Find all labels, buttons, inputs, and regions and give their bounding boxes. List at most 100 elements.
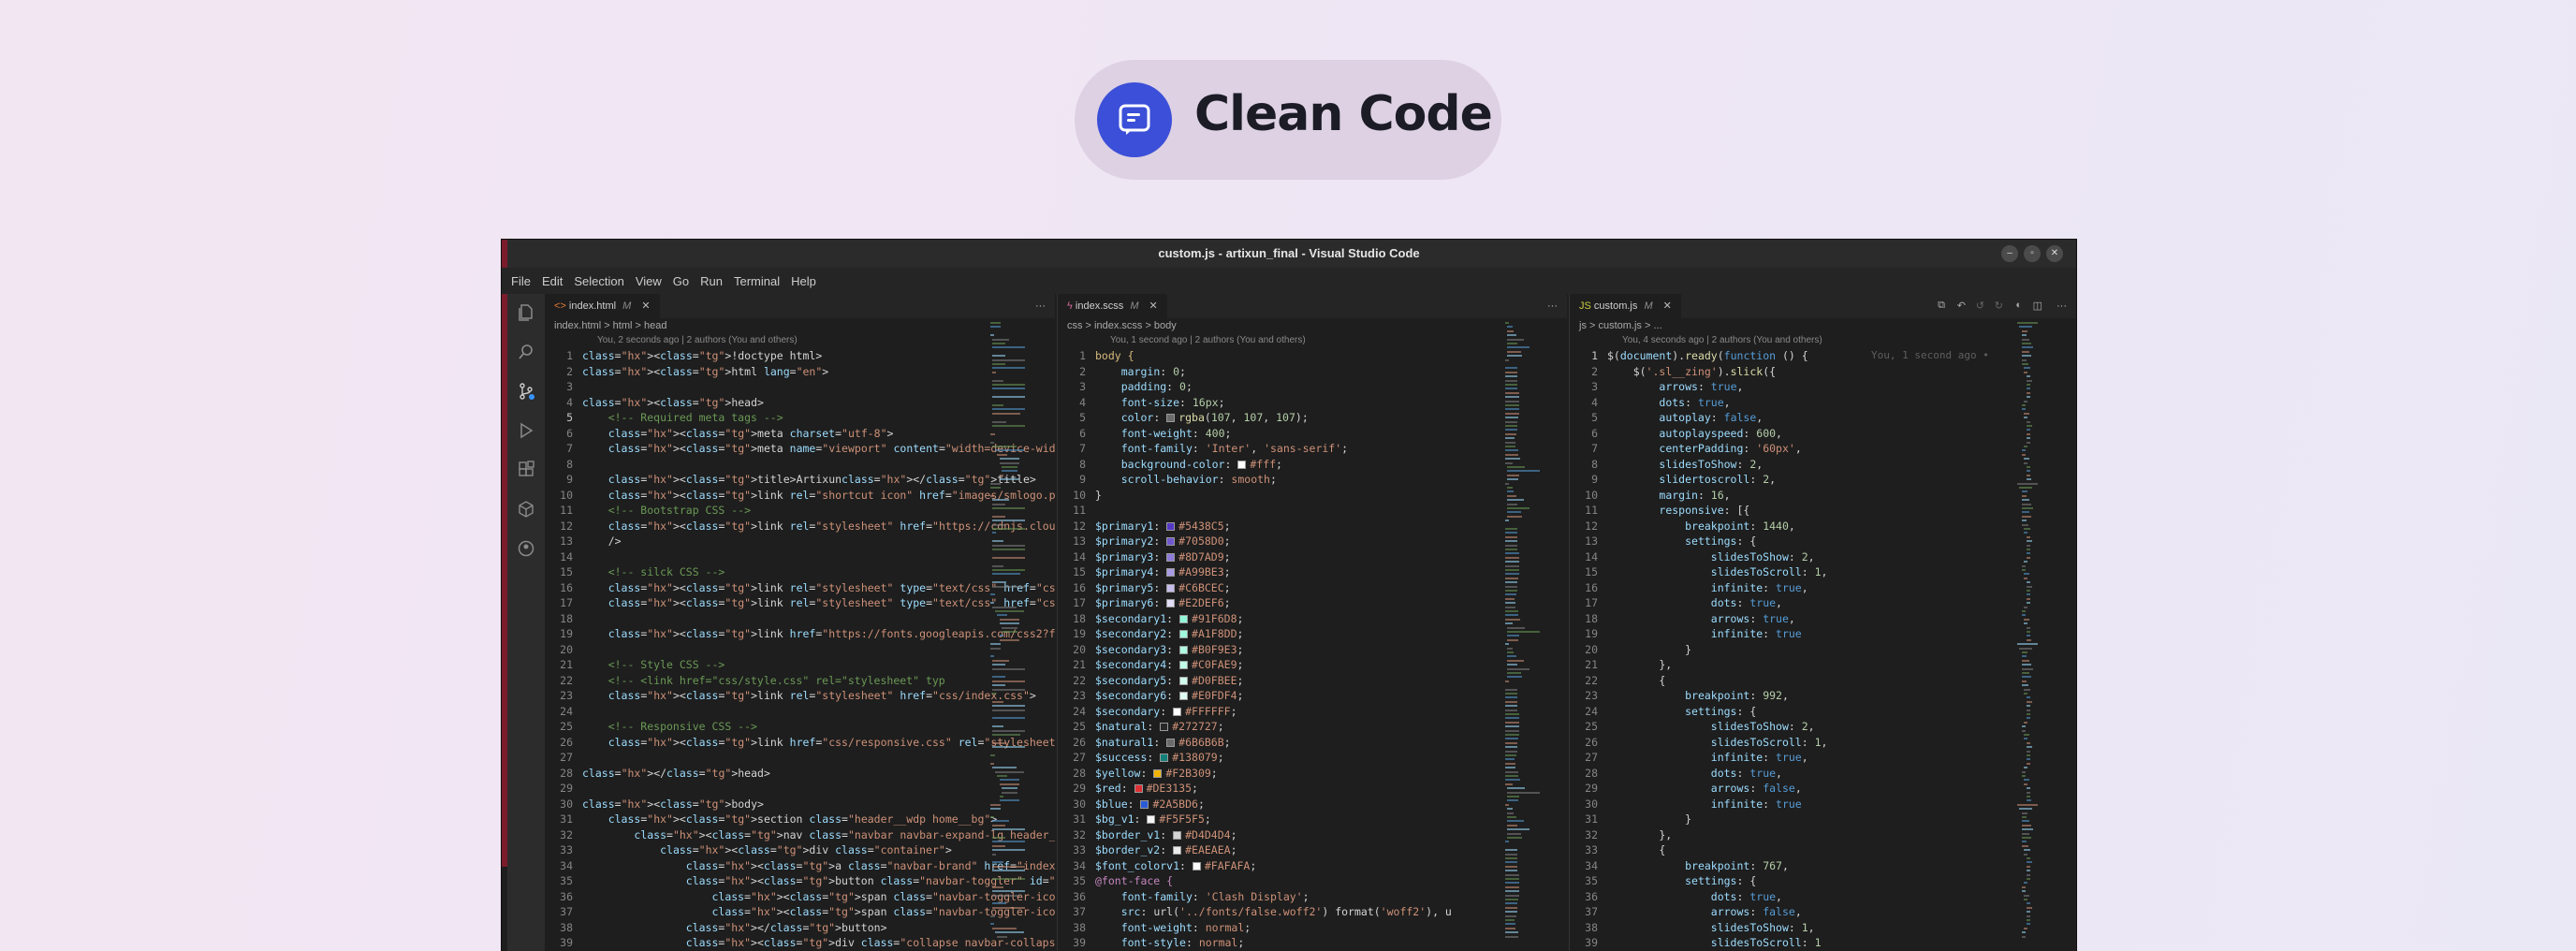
- code-line[interactable]: 35 class="hx"><class="tg">button class="…: [545, 873, 1055, 889]
- code-line[interactable]: 2 margin: 0;: [1058, 364, 1567, 380]
- code-line[interactable]: 39 slidesToScroll: 1: [1570, 935, 2076, 951]
- code-line[interactable]: 35 settings: {: [1570, 873, 2076, 889]
- code-line[interactable]: 28 dots: true,: [1570, 766, 2076, 782]
- code-line[interactable]: 4 font-size: 16px;: [1058, 395, 1567, 411]
- menu-edit[interactable]: Edit: [542, 274, 563, 288]
- code-editor-scss[interactable]: 1 body {2 margin: 0; 3 padding: 0; 4 font-s…: [1058, 348, 1567, 951]
- code-line[interactable]: 9 class="hx"><class="tg">title>Artixuncl…: [545, 472, 1055, 488]
- minimap[interactable]: [1505, 322, 1554, 951]
- code-line[interactable]: 3: [545, 379, 1055, 395]
- code-line[interactable]: 39 class="hx"><class="tg">div class="col…: [545, 935, 1055, 951]
- code-line[interactable]: 14 slidesToShow: 2,: [1570, 549, 2076, 565]
- code-line[interactable]: 12 class="hx"><class="tg">link rel="styl…: [545, 519, 1055, 534]
- code-line[interactable]: 18: [545, 611, 1055, 627]
- code-line[interactable]: 34 class="hx"><class="tg">a class="navba…: [545, 858, 1055, 874]
- next-change-icon[interactable]: ↻: [1995, 300, 2003, 312]
- minimize-icon[interactable]: –: [2001, 245, 2018, 262]
- git-blame-lens[interactable]: You, 4 seconds ago | 2 authors (You and …: [1622, 335, 1822, 345]
- code-line[interactable]: 8: [545, 457, 1055, 473]
- code-line[interactable]: 5 color: rgba(107, 107, 107);: [1058, 410, 1567, 426]
- accounts-icon[interactable]: [517, 539, 535, 558]
- code-line[interactable]: 7 centerPadding: '60px',: [1570, 441, 2076, 457]
- code-line[interactable]: 18 arrows: true,: [1570, 611, 2076, 627]
- git-blame-lens[interactable]: You, 2 seconds ago | 2 authors (You and …: [597, 335, 798, 345]
- files-icon[interactable]: [517, 303, 535, 322]
- code-line[interactable]: 11: [1058, 503, 1567, 519]
- close-tab-icon[interactable]: ✕: [641, 300, 650, 312]
- code-line[interactable]: 12 $primary1: #5438C5;: [1058, 519, 1567, 534]
- code-line[interactable]: 24 settings: {: [1570, 704, 2076, 720]
- code-line[interactable]: 30 infinite: true: [1570, 797, 2076, 812]
- code-line[interactable]: 20 }: [1570, 642, 2076, 658]
- menu-help[interactable]: Help: [791, 274, 816, 288]
- code-line[interactable]: 24 $secondary: #FFFFFF;: [1058, 704, 1567, 720]
- code-line[interactable]: 31 class="hx"><class="tg">section class=…: [545, 812, 1055, 827]
- menu-run[interactable]: Run: [700, 274, 723, 288]
- code-line[interactable]: 21 <!-- Style CSS -->: [545, 657, 1055, 673]
- code-editor-js[interactable]: 1 $(document).ready(function () {2 $('.sl…: [1570, 348, 2076, 951]
- code-line[interactable]: 37 src: url('../fonts/false.woff2') form…: [1058, 904, 1567, 920]
- code-line[interactable]: 8 slidesToShow: 2,: [1570, 457, 2076, 473]
- code-line[interactable]: 14 $primary3: #8D7AD9;: [1058, 549, 1567, 565]
- more-actions-icon[interactable]: ···: [1035, 294, 1046, 318]
- code-line[interactable]: 36 font-family: 'Clash Display';: [1058, 889, 1567, 905]
- code-line[interactable]: 21 $secondary4: #C0FAE9;: [1058, 657, 1567, 673]
- close-tab-icon[interactable]: ✕: [1149, 300, 1158, 312]
- code-line[interactable]: 30 $blue: #2A5BD6;: [1058, 797, 1567, 812]
- code-line[interactable]: 6 class="hx"><class="tg">meta charset="u…: [545, 426, 1055, 442]
- open-changes-icon[interactable]: ⧉: [1938, 300, 1945, 312]
- code-line[interactable]: 13 $primary2: #7058D0;: [1058, 534, 1567, 549]
- code-line[interactable]: 18 $secondary1: #91F6D8;: [1058, 611, 1567, 627]
- code-line[interactable]: 35 @font-face {: [1058, 873, 1567, 889]
- code-line[interactable]: 29 arrows: false,: [1570, 781, 2076, 797]
- menu-go[interactable]: Go: [673, 274, 689, 288]
- code-line[interactable]: 32 class="hx"><class="tg">nav class="nav…: [545, 827, 1055, 843]
- code-line[interactable]: 9 scroll-behavior: smooth;: [1058, 472, 1567, 488]
- code-line[interactable]: 5 autoplay: false,: [1570, 410, 2076, 426]
- code-line[interactable]: 26 $natural1: #6B6B6B;: [1058, 735, 1567, 751]
- code-line[interactable]: 19 class="hx"><class="tg">link href="htt…: [545, 626, 1055, 642]
- git-blame-lens[interactable]: You, 1 second ago | 2 authors (You and o…: [1110, 335, 1306, 345]
- code-line[interactable]: 34 breakpoint: 767,: [1570, 858, 2076, 874]
- code-line[interactable]: 22 <!-- <link href="css/style.css" rel="…: [545, 673, 1055, 689]
- code-line[interactable]: 2 class="hx"><class="tg">html lang="en">: [545, 364, 1055, 380]
- code-line[interactable]: 20: [545, 642, 1055, 658]
- code-line[interactable]: 32 },: [1570, 827, 2076, 843]
- code-line[interactable]: 15 $primary4: #A99BE3;: [1058, 564, 1567, 580]
- code-line[interactable]: 27 infinite: true,: [1570, 750, 2076, 766]
- code-line[interactable]: 15 <!-- silck CSS -->: [545, 564, 1055, 580]
- code-line[interactable]: 3 arrows: true,: [1570, 379, 2076, 395]
- minimap[interactable]: [990, 322, 1039, 951]
- code-line[interactable]: 17 dots: true,: [1570, 595, 2076, 611]
- minimap[interactable]: [2017, 322, 2066, 951]
- code-line[interactable]: 29 $red: #DE3135;: [1058, 781, 1567, 797]
- code-line[interactable]: 23 breakpoint: 992,: [1570, 688, 2076, 704]
- code-line[interactable]: 38 slidesToShow: 1,: [1570, 920, 2076, 936]
- code-line[interactable]: 22 {: [1570, 673, 2076, 689]
- go-back-icon[interactable]: ↶: [1957, 300, 1966, 312]
- code-line[interactable]: 13 />: [545, 534, 1055, 549]
- code-line[interactable]: 29: [545, 781, 1055, 797]
- code-line[interactable]: 8 background-color: #fff;: [1058, 457, 1567, 473]
- code-line[interactable]: 28 $yellow: #F2B309;: [1058, 766, 1567, 782]
- remote-icon[interactable]: [517, 500, 535, 519]
- code-line[interactable]: 4 class="hx"><class="tg">head>: [545, 395, 1055, 411]
- code-line[interactable]: 32 $border_v1: #D4D4D4;: [1058, 827, 1567, 843]
- code-line[interactable]: 22 $secondary5: #D0FBEE;: [1058, 673, 1567, 689]
- code-line[interactable]: 1 class="hx"><class="tg">!doctype html>: [545, 348, 1055, 364]
- code-line[interactable]: 27 $success: #138079;: [1058, 750, 1567, 766]
- code-line[interactable]: 23 class="hx"><class="tg">link rel="styl…: [545, 688, 1055, 704]
- extensions-icon[interactable]: [517, 461, 535, 479]
- more-actions-icon[interactable]: ···: [1547, 294, 1558, 318]
- code-line[interactable]: 7 class="hx"><class="tg">meta name="view…: [545, 441, 1055, 457]
- run-debug-icon[interactable]: [517, 421, 535, 440]
- tab-index-scss[interactable]: ϟ index.scss M ✕: [1058, 294, 1167, 318]
- code-line[interactable]: 33 {: [1570, 842, 2076, 858]
- close-icon[interactable]: ✕: [2046, 245, 2063, 262]
- tab-custom-js[interactable]: JS custom.js M ✕: [1570, 294, 1681, 318]
- previous-change-icon[interactable]: ↺: [1976, 300, 1984, 312]
- search-icon[interactable]: [517, 343, 535, 361]
- code-line[interactable]: 14: [545, 549, 1055, 565]
- code-line[interactable]: 36 class="hx"><class="tg">span class="na…: [545, 889, 1055, 905]
- code-line[interactable]: 36 dots: true,: [1570, 889, 2076, 905]
